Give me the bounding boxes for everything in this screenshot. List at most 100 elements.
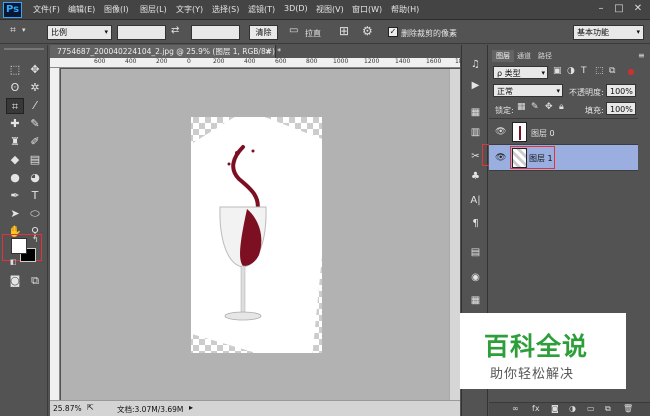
tools-grip[interactable] bbox=[4, 48, 44, 50]
crop-height-input[interactable] bbox=[191, 25, 240, 40]
lock-transparent-icon[interactable]: ▦ bbox=[517, 102, 526, 112]
layer-name[interactable]: 图层 0 bbox=[531, 128, 555, 139]
layer-row[interactable]: 👁︎ 图层 0 bbox=[489, 119, 638, 145]
canvas-image[interactable] bbox=[61, 69, 460, 400]
dodge-tool-icon[interactable]: ◕ bbox=[26, 170, 44, 186]
filter-type-icon[interactable]: T bbox=[581, 66, 587, 76]
layer-row-selected[interactable]: 👁︎ 图层 1 bbox=[489, 145, 638, 171]
pen-tool-icon[interactable]: ✒ bbox=[6, 188, 24, 204]
menu-window[interactable]: 窗口(W) bbox=[352, 4, 382, 15]
add-mask-icon[interactable]: ◙ bbox=[551, 404, 559, 413]
straighten-label[interactable]: 拉直 bbox=[305, 28, 321, 39]
history-brush-tool-icon[interactable]: ✐ bbox=[26, 134, 44, 150]
layer-style-icon[interactable]: fx bbox=[532, 404, 540, 413]
lock-position-icon[interactable]: ✥ bbox=[545, 102, 553, 112]
3d-panel-icon[interactable]: ◉ bbox=[467, 270, 484, 285]
panel-menu-icon[interactable]: ≡ bbox=[638, 51, 645, 60]
actions-panel-icon[interactable]: ▶ bbox=[467, 78, 484, 93]
move-tool-icon[interactable]: ✥ bbox=[26, 62, 44, 78]
chevron-down-icon[interactable]: ▾ bbox=[22, 26, 26, 34]
delete-cropped-checkbox[interactable]: ✓ bbox=[388, 27, 398, 37]
swap-dimensions-icon[interactable]: ⇄ bbox=[171, 25, 179, 36]
straighten-icon[interactable]: ▭ bbox=[289, 25, 298, 36]
visibility-eye-icon[interactable]: 👁︎ bbox=[495, 127, 506, 137]
vertical-ruler[interactable] bbox=[50, 68, 60, 400]
lock-image-icon[interactable]: ✎ bbox=[531, 102, 539, 112]
clone-source-icon[interactable]: ♣ bbox=[467, 169, 484, 184]
status-arrow-icon[interactable]: ▸ bbox=[189, 403, 193, 412]
screen-mode-icon[interactable]: ⧉ bbox=[26, 273, 44, 289]
menu-image[interactable]: 图像(I) bbox=[104, 4, 129, 15]
vertical-scrollbar[interactable] bbox=[449, 69, 460, 400]
blend-mode-select[interactable]: 正常 ▾ bbox=[493, 84, 563, 97]
link-layers-icon[interactable]: ∞ bbox=[512, 404, 519, 413]
crop-tool-icon[interactable]: ⌗ bbox=[6, 25, 20, 39]
gear-icon[interactable]: ⚙ bbox=[362, 24, 373, 38]
menu-filter[interactable]: 滤镜(T) bbox=[248, 4, 275, 15]
crop-tool-icon[interactable]: ⌗ bbox=[6, 98, 24, 114]
filter-adjustment-icon[interactable]: ◑ bbox=[567, 66, 575, 76]
fill-input[interactable]: 100% bbox=[606, 102, 636, 115]
adjustments-panel-icon[interactable]: ▦ bbox=[467, 105, 484, 120]
type-tool-icon[interactable]: T bbox=[26, 188, 44, 204]
zoom-level[interactable]: 25.87% bbox=[53, 404, 82, 413]
restore-button[interactable]: □ bbox=[612, 3, 626, 16]
canvas-area[interactable] bbox=[61, 69, 460, 400]
filter-smart-icon[interactable]: ⧉ bbox=[609, 66, 615, 76]
history-panel-icon[interactable]: ♫ bbox=[467, 57, 484, 72]
menu-edit[interactable]: 编辑(E) bbox=[68, 4, 95, 15]
lasso-tool-icon[interactable]: ʘ bbox=[6, 80, 24, 96]
new-layer-icon[interactable]: ⧉ bbox=[605, 404, 611, 414]
character-panel-icon[interactable]: A| bbox=[467, 193, 484, 208]
tab-channels[interactable]: 通道 bbox=[513, 50, 535, 62]
menu-help[interactable]: 帮助(H) bbox=[391, 4, 419, 15]
eraser-tool-icon[interactable]: ◆ bbox=[6, 152, 24, 168]
healing-brush-tool-icon[interactable]: ✚ bbox=[6, 116, 24, 132]
filter-shape-icon[interactable]: ⬚ bbox=[595, 66, 604, 76]
minimize-button[interactable]: – bbox=[594, 3, 608, 16]
kind-filter-select[interactable]: ρ 类型 ▾ bbox=[493, 66, 548, 79]
menu-type[interactable]: 文字(Y) bbox=[176, 4, 203, 15]
menu-3d[interactable]: 3D(D) bbox=[284, 4, 308, 13]
new-group-icon[interactable]: ▭ bbox=[587, 404, 595, 413]
brush-tool-icon[interactable]: ✎ bbox=[26, 116, 44, 132]
status-menu-icon[interactable]: ⇱ bbox=[87, 403, 94, 412]
properties-panel-icon[interactable]: ▥ bbox=[467, 125, 484, 140]
menu-layer[interactable]: 图层(L) bbox=[140, 4, 167, 15]
gradient-tool-icon[interactable]: ▤ bbox=[26, 152, 44, 168]
ratio-select[interactable]: 比例 ▾ bbox=[47, 25, 112, 40]
close-tab-icon[interactable]: ✕ bbox=[265, 45, 271, 58]
clear-button[interactable]: 清除 bbox=[249, 25, 278, 40]
eyedropper-tool-icon[interactable]: ⁄ bbox=[26, 98, 44, 114]
visibility-eye-icon[interactable]: 👁︎ bbox=[495, 153, 506, 163]
path-selection-tool-icon[interactable]: ➤ bbox=[6, 206, 24, 222]
marquee-tool-icon[interactable]: ⬚ bbox=[6, 62, 24, 78]
lock-all-icon[interactable]: 🔒︎ bbox=[559, 102, 564, 112]
default-colors-icon[interactable]: ◧ bbox=[10, 258, 17, 266]
grid-overlay-icon[interactable]: ⊞ bbox=[339, 24, 349, 38]
horizontal-ruler[interactable]: 600 400 200 0 200 400 600 800 1000 1200 … bbox=[50, 58, 470, 68]
menu-file[interactable]: 文件(F) bbox=[33, 4, 60, 15]
close-window-button[interactable]: ✕ bbox=[631, 3, 645, 16]
document-tab[interactable]: 7754687_200040224104_2.jpg @ 25.9% (图层 1… bbox=[50, 45, 281, 58]
swatches-panel-icon[interactable]: ▦ bbox=[467, 293, 484, 308]
magic-wand-tool-icon[interactable]: ✲ bbox=[26, 80, 44, 96]
crop-width-input[interactable] bbox=[117, 25, 166, 40]
delete-layer-icon[interactable]: 🗑︎ bbox=[623, 404, 633, 413]
tab-paths[interactable]: 路径 bbox=[534, 50, 556, 62]
filter-toggle[interactable] bbox=[628, 69, 634, 75]
adjustment-layer-icon[interactable]: ◑ bbox=[569, 404, 576, 413]
workspace-select[interactable]: 基本功能 ▾ bbox=[573, 25, 644, 40]
quick-mask-icon[interactable]: ◙ bbox=[6, 273, 24, 289]
paragraph-panel-icon[interactable]: ¶ bbox=[467, 216, 484, 231]
opacity-input[interactable]: 100% bbox=[606, 84, 636, 97]
stamp-tool-icon[interactable]: ♜ bbox=[6, 134, 24, 150]
ellipse-tool-icon[interactable]: ⬭ bbox=[26, 206, 44, 222]
menu-select[interactable]: 选择(S) bbox=[212, 4, 239, 15]
menu-view[interactable]: 视图(V) bbox=[316, 4, 344, 15]
blur-tool-icon[interactable]: ● bbox=[6, 170, 24, 186]
swap-colors-icon[interactable]: ↰ bbox=[32, 235, 39, 244]
filter-pixel-icon[interactable]: ▣ bbox=[553, 66, 562, 76]
tab-layers[interactable]: 图层 bbox=[492, 50, 514, 62]
foreground-color-swatch[interactable] bbox=[11, 238, 27, 254]
